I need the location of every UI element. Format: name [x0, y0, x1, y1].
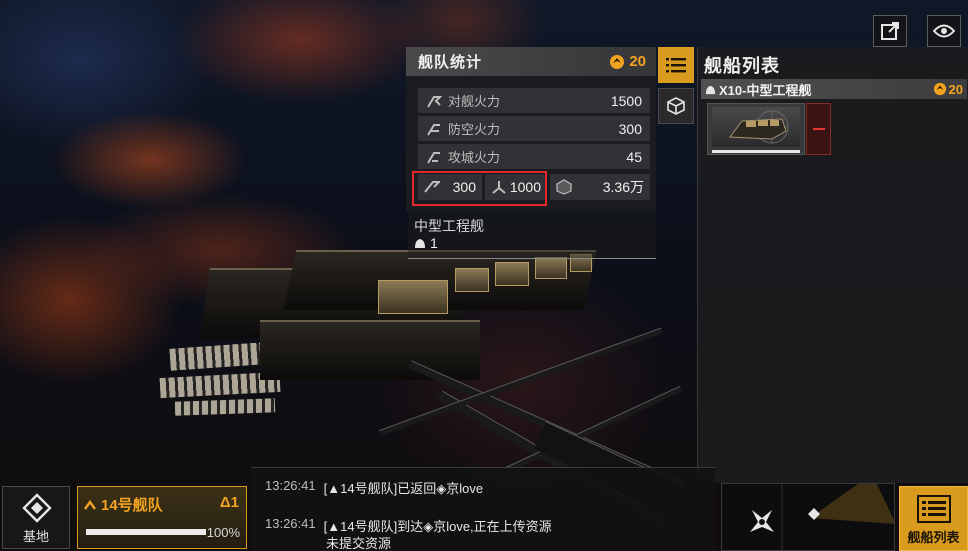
external-link-icon	[881, 22, 899, 40]
stat-label: 攻城火力	[448, 150, 501, 165]
base-label: 基地	[22, 529, 49, 544]
minimap[interactable]	[721, 483, 895, 551]
ship-group-name: X10-中型工程舰	[705, 80, 811, 99]
delta-icon: Δ	[219, 494, 231, 511]
stat-value: 45	[626, 148, 642, 165]
chevron-up-icon	[84, 499, 96, 510]
log-fleet: 14号舰队]	[340, 481, 398, 496]
ship-count: 20	[609, 53, 646, 70]
stat-row-siege: 攻城火力 45	[418, 144, 650, 169]
anti-air-firepower-icon	[427, 123, 440, 136]
ship-card[interactable]	[707, 103, 805, 155]
ship-list-icon	[917, 495, 951, 523]
minus-icon	[812, 128, 825, 130]
siege-firepower-icon	[427, 151, 440, 164]
tab-ship-list[interactable]	[658, 47, 694, 83]
cargo-cube-icon	[556, 179, 572, 195]
log-entry: 13:26:41 [▲14号舰队]已返回◈京love	[265, 478, 483, 497]
ship-list-button-label: 舰船列表	[907, 530, 960, 545]
log-target: 京love	[446, 481, 484, 496]
log-subtext: 未提交资源	[326, 536, 392, 551]
cargo-stat: 3.36万	[550, 174, 650, 200]
ship-icon	[705, 85, 716, 94]
fleet-card[interactable]: 14号舰队 Δ1 100%	[77, 486, 247, 549]
ship-list-button[interactable]: 舰船列表	[899, 486, 968, 551]
log-entry: 13:26:41 [▲14号舰队]到达◈京love,正在上传资源 未提交资源	[265, 516, 552, 551]
ship-hp-bar	[712, 150, 800, 153]
remove-ship-button[interactable]	[806, 103, 831, 155]
ship-type-name: 中型工程舰	[414, 218, 484, 234]
tab-resources[interactable]	[658, 88, 694, 124]
stats-title: 舰队统计	[418, 54, 483, 71]
fleet-count-value: 1	[230, 494, 239, 511]
ship-type-count-value: 1	[430, 235, 438, 251]
log-text: 到达	[397, 519, 424, 534]
log-time: 13:26:41	[265, 516, 316, 531]
cargo-value: 3.36万	[602, 179, 644, 195]
ship-icon	[415, 239, 425, 248]
event-log[interactable]: 13:26:41 [▲14号舰队]已返回◈京love 13:26:41 [▲14…	[251, 467, 715, 551]
stat-value: 300	[618, 120, 642, 137]
log-message: [▲14号舰队]已返回◈京love	[324, 478, 483, 497]
fleet-count: Δ1	[220, 494, 239, 511]
triangle-icon: ▲	[327, 481, 341, 496]
stat-value: 1500	[610, 92, 642, 109]
fleet-name-label: 14号舰队	[101, 497, 163, 514]
base-diamond-icon: ◈	[436, 481, 447, 496]
ship-count-icon	[610, 54, 625, 69]
log-fleet: 14号舰队]	[340, 519, 398, 534]
stats-header: 舰队统计 20	[406, 47, 656, 76]
base-icon	[22, 493, 52, 523]
stat-row-anti-air: 防空火力 300	[418, 116, 650, 141]
stat-row-anti-ship: 对舰火力 1500	[418, 88, 650, 113]
list-icon	[666, 58, 686, 73]
fleet-hp-bar	[86, 529, 206, 535]
ship-group-label: X10-中型工程舰	[719, 82, 812, 98]
ship-group-count: 20	[933, 82, 963, 97]
stat-label: 对舰火力	[448, 94, 501, 109]
share-button[interactable]	[873, 15, 907, 47]
ship-group-count-value: 20	[948, 81, 963, 97]
highlight-box	[412, 171, 547, 206]
stat-label: 防空火力	[448, 122, 501, 137]
ship-count-value: 20	[629, 53, 646, 70]
base-diamond-icon: ◈	[423, 519, 434, 534]
log-time: 13:26:41	[265, 478, 316, 493]
ship-list-title: 舰船列表	[704, 56, 780, 76]
ship-count-icon	[933, 82, 946, 96]
view-toggle-button[interactable]	[927, 15, 961, 47]
ship-list-panel: 舰船列表 X10-中型工程舰 20	[697, 47, 968, 483]
anti-ship-firepower-icon	[427, 95, 442, 108]
fleet-hp-percent: 100%	[206, 525, 240, 540]
ship-type-count: 1	[414, 235, 438, 251]
log-text: 已返回	[397, 481, 437, 496]
eye-icon	[933, 24, 955, 38]
ship-thumbnail	[712, 107, 800, 147]
minimap-graphic	[750, 484, 894, 550]
fleet-name: 14号舰队	[84, 494, 163, 515]
ship-type-summary: 中型工程舰 1	[408, 211, 656, 259]
base-button[interactable]: 基地	[2, 486, 70, 549]
triangle-icon: ▲	[327, 519, 341, 534]
log-target: 京love,正在上传资源	[433, 519, 552, 534]
ship-group-header[interactable]: X10-中型工程舰 20	[701, 79, 967, 99]
cube-icon	[667, 97, 685, 115]
